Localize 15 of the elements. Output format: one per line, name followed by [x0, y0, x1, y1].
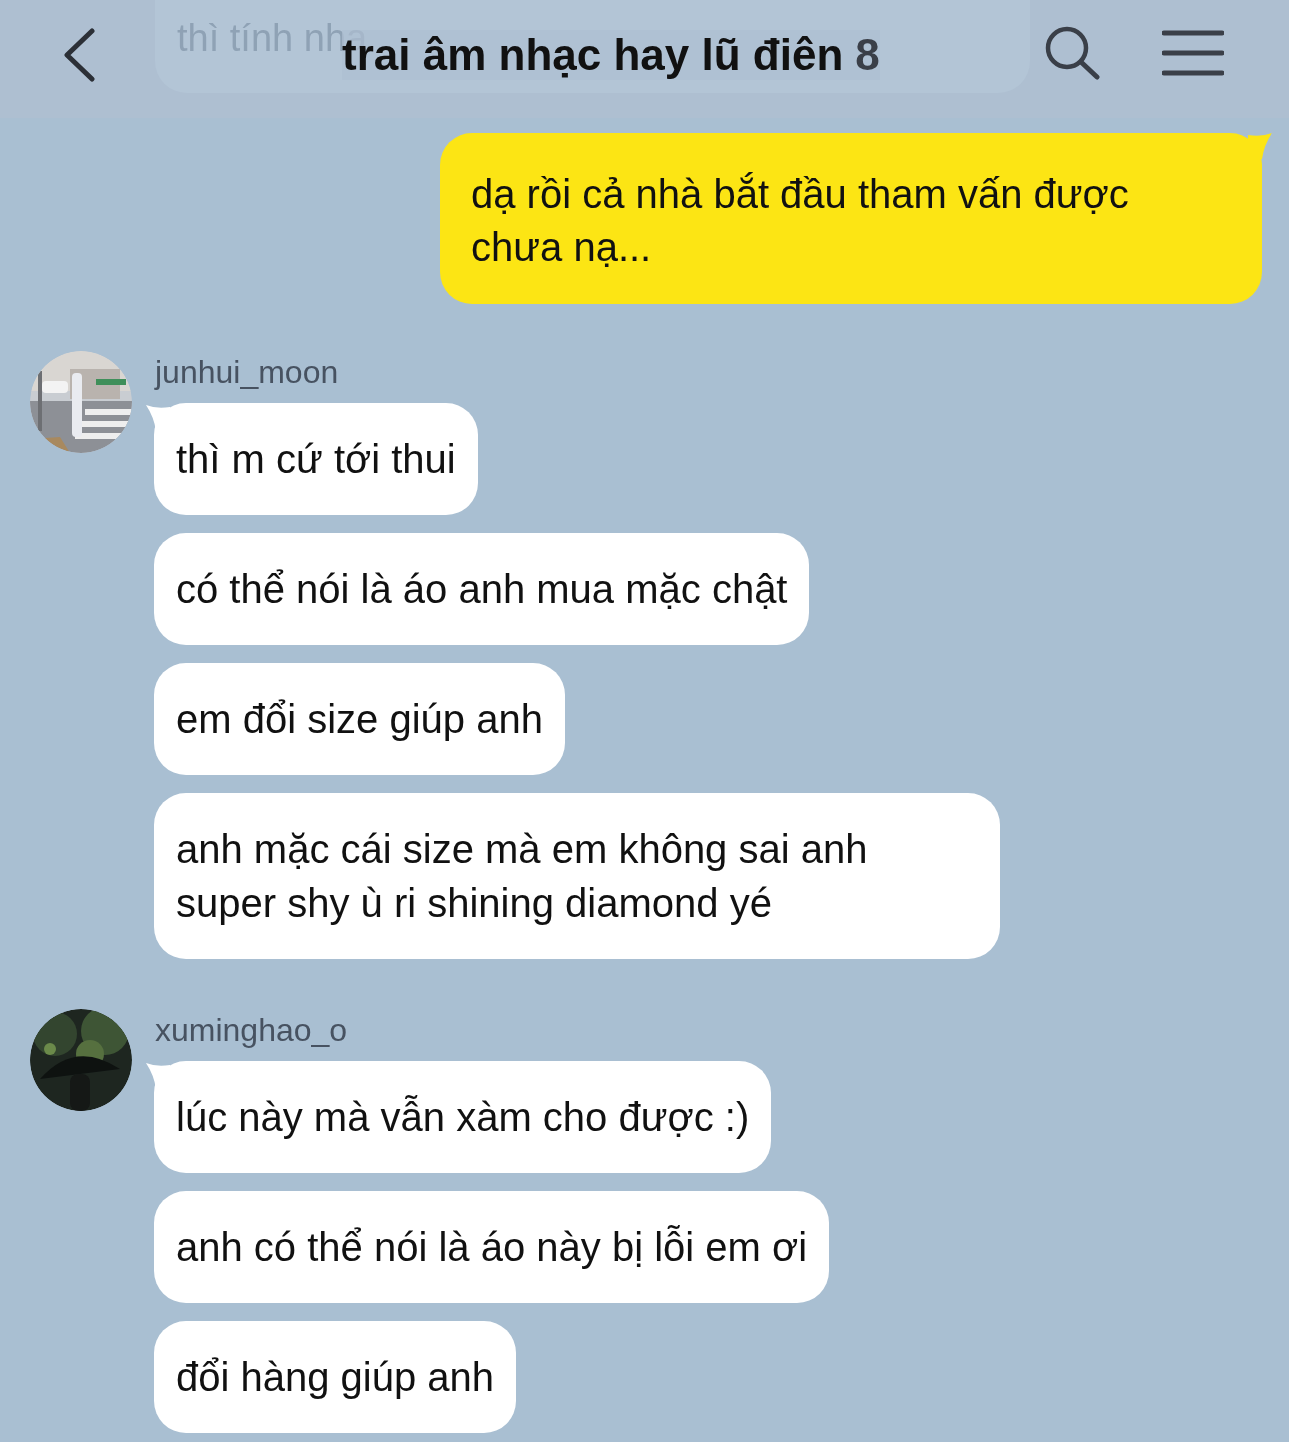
message-bubble: có thể nói là áo anh mua mặc chật: [154, 533, 810, 645]
member-count: 8: [855, 30, 880, 80]
message-bubble: dạ rồi cả nhà bắt đầu tham vấn được chưa nạ...: [440, 133, 1262, 304]
menu-icon[interactable]: [1162, 30, 1224, 76]
message-bubble: đổi hàng giúp anh: [154, 1321, 517, 1433]
sender-name: xuminghao_o: [155, 1011, 348, 1049]
back-icon[interactable]: [62, 28, 96, 82]
message-bubble: em đổi size giúp anh: [154, 663, 565, 775]
bubble-tail-icon: [1248, 133, 1272, 159]
message-bubble: thì m cứ tới thui: [154, 403, 478, 515]
message-bubble: anh mặc cái size mà em không sai anh super shy ù ri shining diamond yé: [154, 793, 1000, 959]
message-bubble: lúc này mà vẫn xàm cho được :): [154, 1061, 772, 1173]
sender-name: junhui_moon: [155, 353, 339, 391]
search-icon[interactable]: [1045, 26, 1101, 80]
message-bubble: anh có thể nói là áo này bị lỗi em ơi: [154, 1191, 830, 1303]
